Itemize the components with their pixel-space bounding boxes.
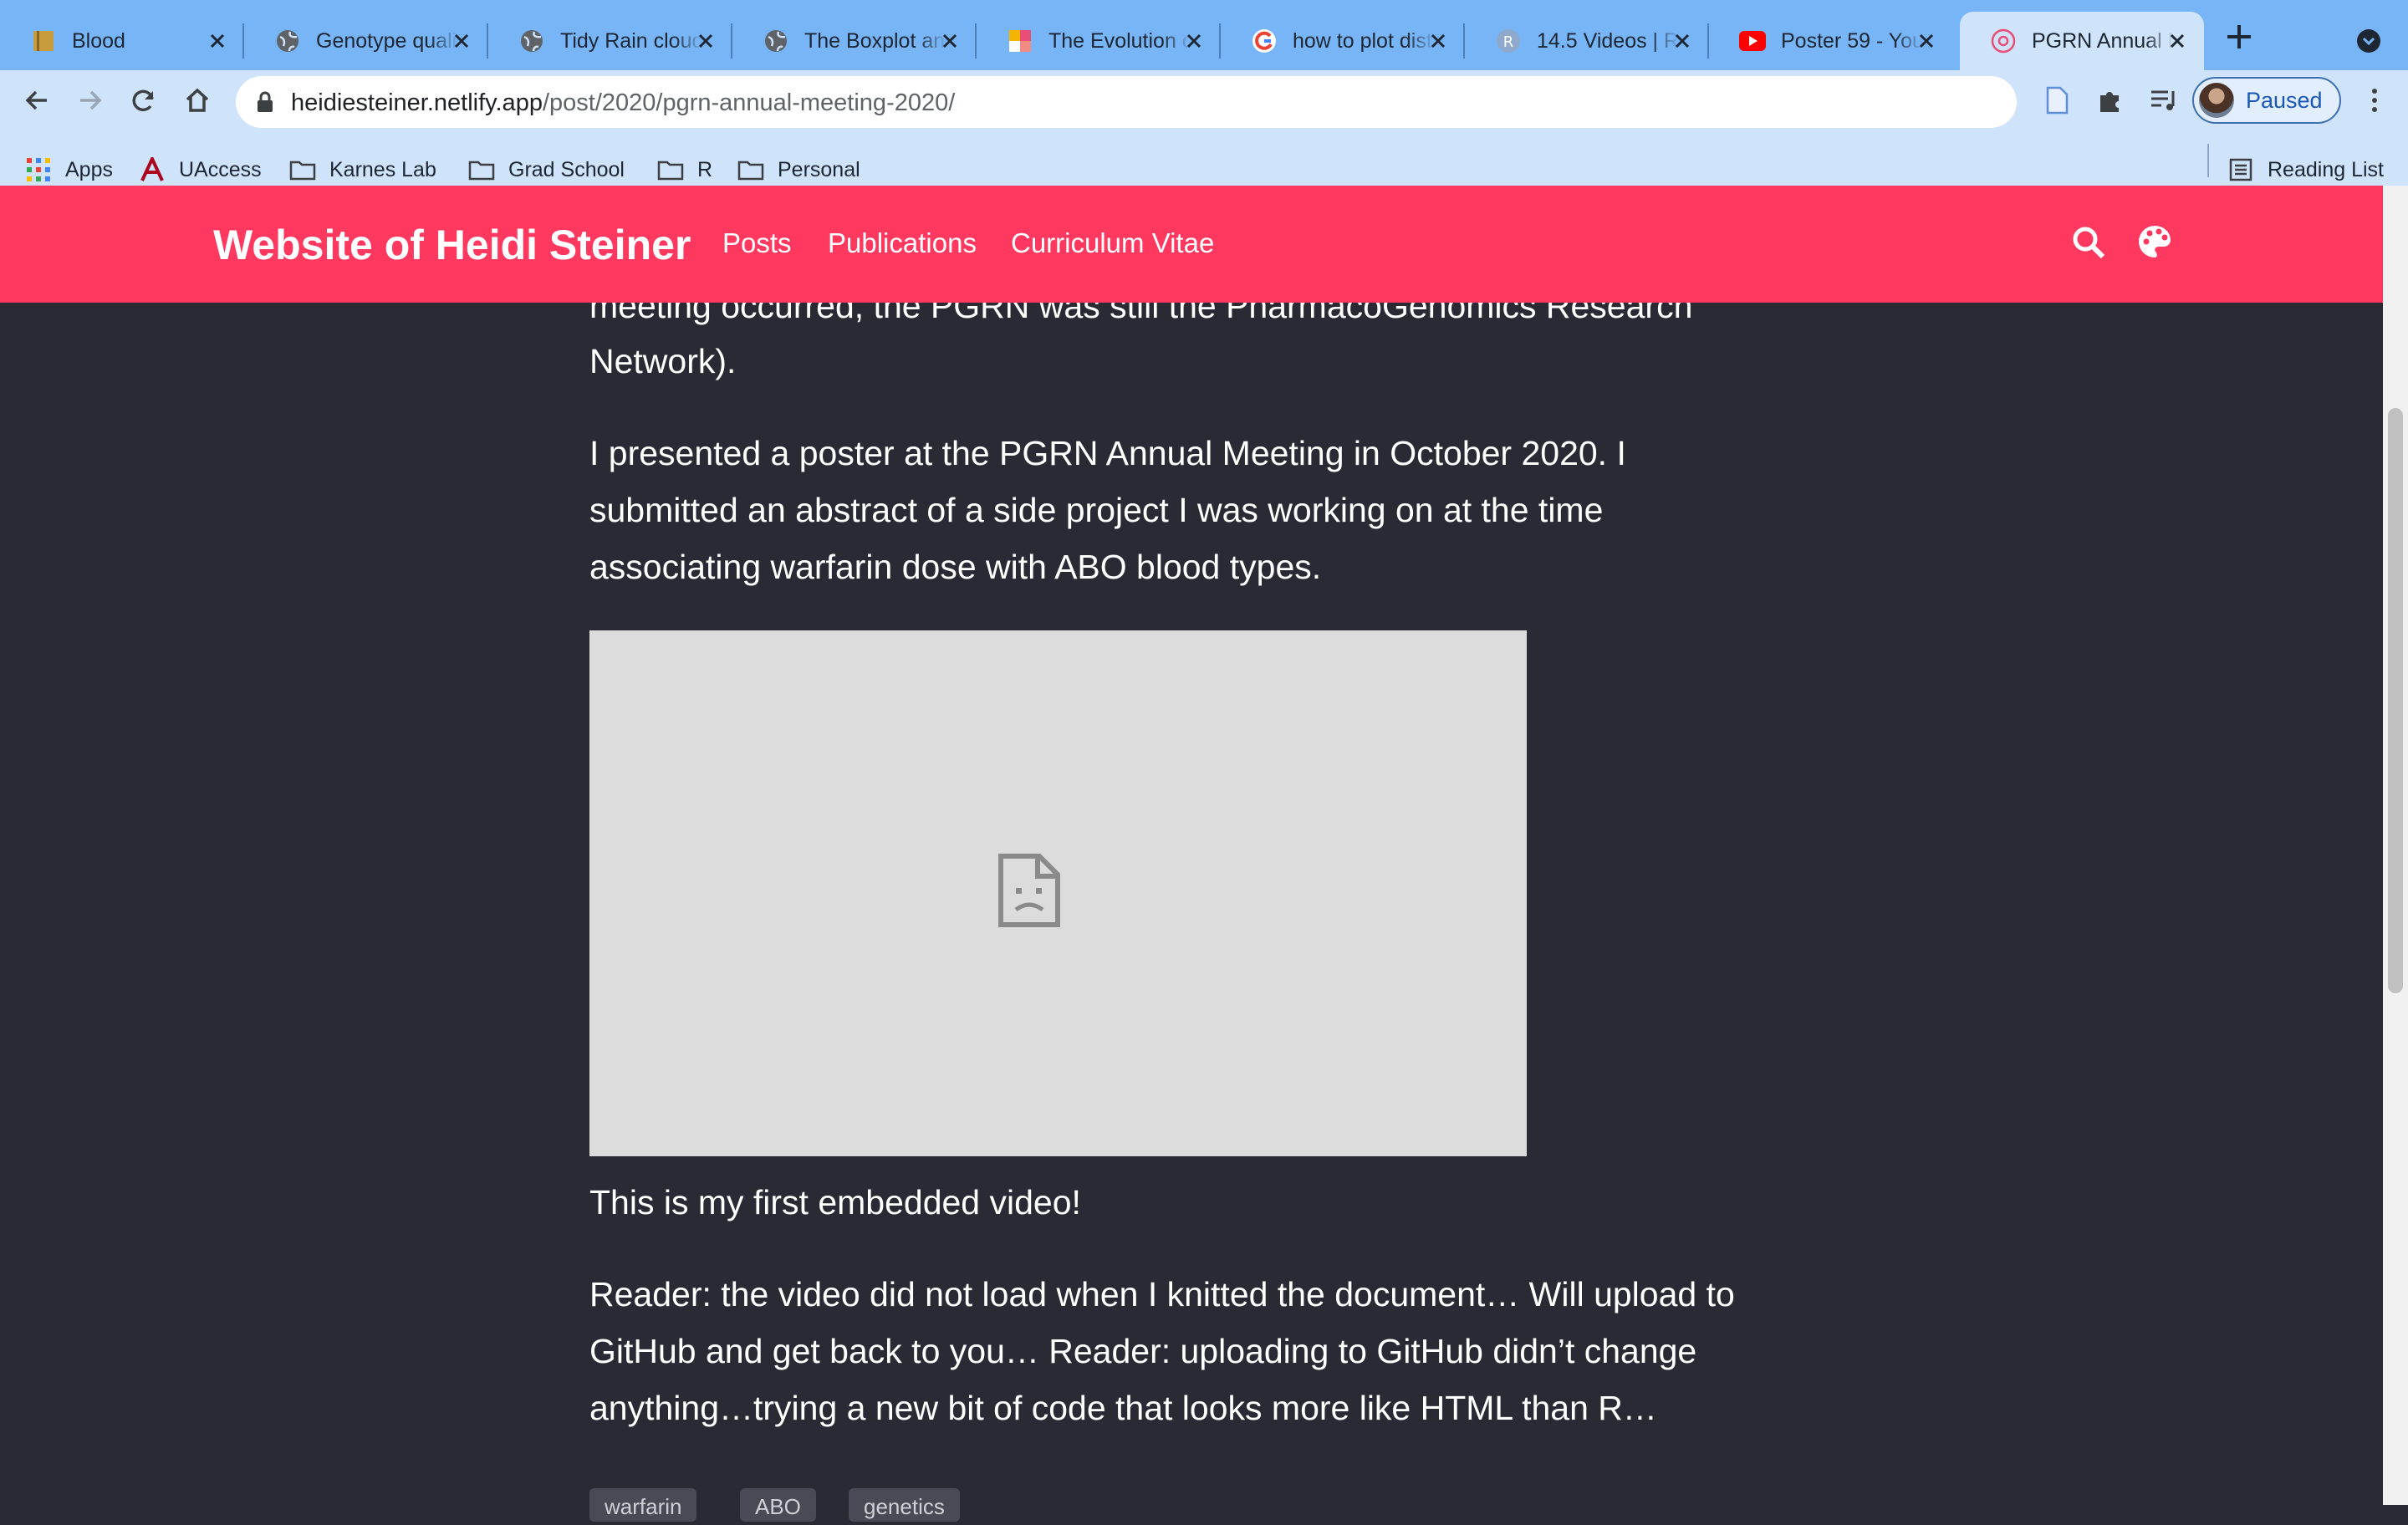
close-icon[interactable] <box>1182 29 1206 53</box>
r-icon: R <box>1495 28 1522 54</box>
browser-tab[interactable]: how to plot dist <box>1221 12 1465 70</box>
site-navbar: Website of Heidi Steiner Posts Publicati… <box>0 186 2383 303</box>
profile-status-label: Paused <box>2246 87 2323 113</box>
tab-title: Tidy Rain clouds <box>560 28 702 53</box>
tab-title: how to plot dist <box>1293 28 1432 53</box>
tab-title: The Evolution of <box>1048 28 1191 53</box>
url-path: /post/2020/pgrn-annual-meeting-2020/ <box>542 89 956 116</box>
browser-tab[interactable]: Genotype quality <box>244 12 488 70</box>
tag-genetics[interactable]: genetics <box>849 1488 960 1522</box>
browser-tab[interactable]: R 14.5 Videos | R <box>1465 12 1709 70</box>
close-icon[interactable] <box>694 29 717 53</box>
browser-tab-active[interactable]: PGRN Annual Meeting <box>1960 12 2204 70</box>
back-icon[interactable] <box>20 84 54 117</box>
search-icon[interactable] <box>2072 226 2105 259</box>
broken-document-icon <box>997 853 1061 928</box>
close-icon[interactable] <box>2166 29 2189 53</box>
globe-icon <box>763 28 789 54</box>
browser-toolbar: heidiesteiner.netlify.app/post/2020/pgrn… <box>0 70 2408 199</box>
tab-title: The Boxplot and <box>804 28 946 53</box>
paragraph-poster: I presented a poster at the PGRN Annual … <box>589 434 1626 586</box>
browser-tab[interactable]: The Boxplot and <box>732 12 977 70</box>
tab-search-icon[interactable] <box>2356 28 2381 54</box>
document-extension-icon[interactable] <box>2040 84 2074 117</box>
intro-tail: Network). <box>589 342 737 380</box>
bookmarks-divider <box>2207 144 2209 177</box>
tag-abo[interactable]: ABO <box>740 1488 816 1522</box>
close-icon[interactable] <box>206 29 229 53</box>
palette-icon[interactable] <box>2137 224 2172 259</box>
site-favicon-icon <box>1990 28 2017 54</box>
browser-tab[interactable]: The Evolution of <box>977 12 1221 70</box>
folder-icon <box>468 156 495 183</box>
tab-title: 14.5 Videos | R <box>1537 28 1679 53</box>
reload-icon[interactable] <box>127 84 161 117</box>
nav-curriculum-vitae[interactable]: Curriculum Vitae <box>1011 227 1214 259</box>
browser-tab[interactable]: Tidy Rain clouds <box>488 12 732 70</box>
more-menu-icon[interactable] <box>2358 84 2391 117</box>
tab-title: Poster 59 - YouTube <box>1781 28 1923 53</box>
ua-logo-icon <box>139 156 166 183</box>
url-host: heidiesteiner.netlify.app <box>291 89 543 116</box>
extensions-puzzle-icon[interactable] <box>2094 84 2127 117</box>
folder-icon <box>289 156 316 183</box>
address-url: heidiesteiner.netlify.app/post/2020/pgrn… <box>291 89 955 117</box>
google-icon <box>1251 28 1278 54</box>
home-icon[interactable] <box>181 84 214 117</box>
youtube-icon <box>1739 28 1766 54</box>
folder-icon <box>737 156 764 183</box>
reading-list-icon <box>2227 156 2254 183</box>
bookmark-label: Apps <box>65 157 113 181</box>
bookmark-label: UAccess <box>179 157 262 181</box>
grid-icon <box>1007 28 1033 54</box>
forward-icon[interactable] <box>74 84 107 117</box>
new-tab-icon[interactable] <box>2224 22 2254 52</box>
svg-text:R: R <box>1503 33 1514 51</box>
close-icon[interactable] <box>1671 29 1694 53</box>
apps-grid-icon <box>25 156 52 183</box>
folder-icon <box>657 156 684 183</box>
paragraph-reader-note: Reader: the video did not load when I kn… <box>589 1275 1735 1427</box>
lock-icon[interactable] <box>256 90 274 114</box>
close-icon[interactable] <box>1915 29 1938 53</box>
embedded-video-placeholder[interactable] <box>589 630 1527 1156</box>
tag-warfarin[interactable]: warfarin <box>589 1488 697 1522</box>
nav-publications[interactable]: Publications <box>828 227 977 259</box>
address-bar[interactable]: heidiesteiner.netlify.app/post/2020/pgrn… <box>236 76 2229 128</box>
media-control-icon[interactable] <box>2147 84 2181 117</box>
video-caption: This is my first embedded video! <box>589 1183 1081 1222</box>
profile-button[interactable]: Paused <box>2192 77 2341 124</box>
bookmark-label: Personal <box>778 157 860 181</box>
close-icon[interactable] <box>450 29 473 53</box>
page-scrollbar-thumb[interactable] <box>2388 408 2403 993</box>
book-icon <box>30 28 57 54</box>
tab-title: Genotype quality <box>316 28 458 53</box>
browser-tab-strip: Blood Genotype quality Tidy Rain clouds … <box>0 0 2408 70</box>
site-title[interactable]: Website of Heidi Steiner <box>213 221 691 269</box>
close-icon[interactable] <box>1426 29 1450 53</box>
tab-title: Blood <box>72 28 125 53</box>
reading-list-label: Reading List <box>2268 157 2384 181</box>
close-icon[interactable] <box>938 29 962 53</box>
globe-icon <box>274 28 301 54</box>
bookmark-label: Karnes Lab <box>329 157 436 181</box>
tab-title: PGRN Annual Meeting <box>2032 28 2174 53</box>
bookmark-label: Grad School <box>508 157 625 181</box>
globe-icon <box>518 28 545 54</box>
bookmark-label: R <box>697 157 713 181</box>
nav-posts[interactable]: Posts <box>722 227 792 259</box>
avatar <box>2199 83 2234 118</box>
browser-tab[interactable]: Poster 59 - YouTube <box>1709 12 1953 70</box>
browser-tab[interactable]: Blood <box>0 12 244 70</box>
